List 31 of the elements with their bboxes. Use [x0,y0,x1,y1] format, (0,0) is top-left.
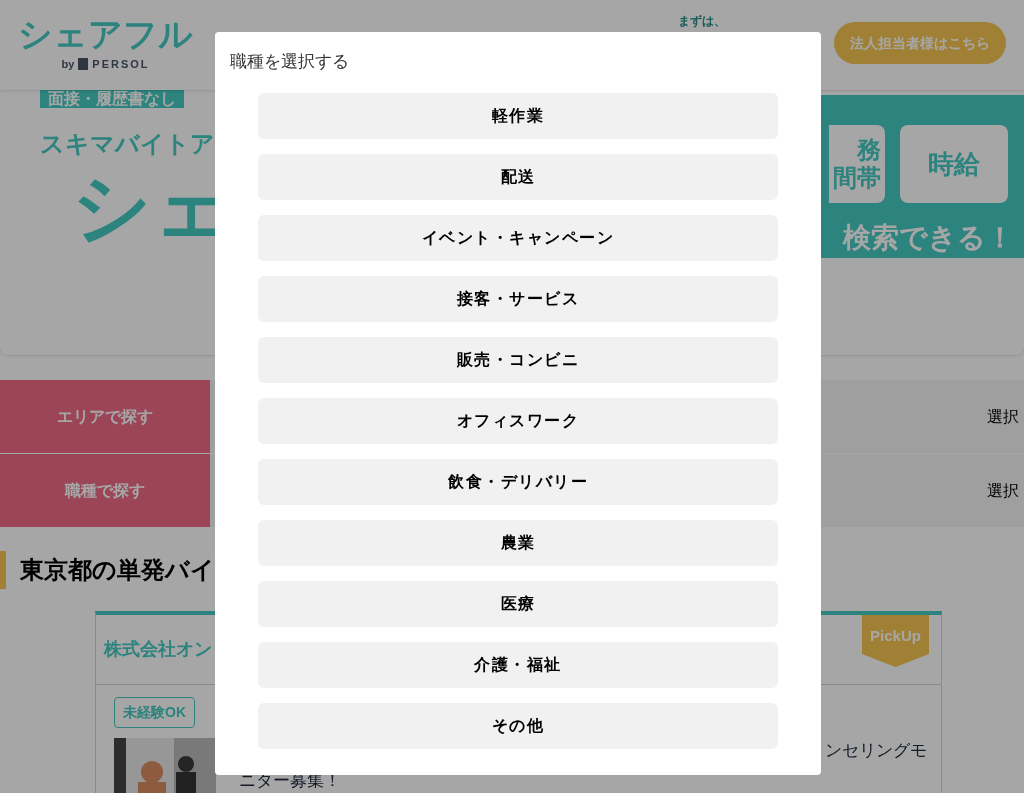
banner-subtitle: スキマバイトア [40,129,216,159]
banner-title: シェ [72,162,232,252]
search-label: エリアで探す [0,380,210,453]
modal-title: 職種を選択する [230,51,350,73]
heading-accent [0,551,6,589]
banner-strip: 面接・履歴書なし [40,90,184,108]
job-type-option[interactable]: 販売・コンビニ [258,336,778,383]
company-name: 株式会社オン [104,638,212,661]
banner-tagline: 検索できる！ [843,221,1015,255]
logo-by: by [61,57,75,72]
job-tag: 未経験OK [114,697,195,728]
intro-label: まずは、 [678,13,727,30]
pickup-badge: PickUp [862,615,929,667]
job-type-option[interactable]: その他 [258,702,778,749]
job-type-option[interactable]: イベント・キャンペーン [258,214,778,261]
job-description: ンセリングモ [825,740,927,762]
job-type-option[interactable]: 軽作業 [258,92,778,139]
job-type-option[interactable]: 接客・サービス [258,275,778,322]
job-type-option[interactable]: 医療 [258,580,778,627]
brand-mark-icon [78,58,89,71]
job-type-option[interactable]: 介護・福祉 [258,641,778,688]
tile-text: 間帯 [833,164,881,192]
tile-text: 時給 [928,147,980,181]
tile-text: 務 [857,136,881,164]
job-type-option[interactable]: 農業 [258,519,778,566]
job-type-option[interactable]: 配送 [258,153,778,200]
section-heading: 東京都の単発バイ [20,555,215,585]
job-type-option[interactable]: オフィスワーク [258,397,778,444]
search-label: 職種で探す [0,454,210,527]
job-type-option[interactable]: 飲食・デリバリー [258,458,778,505]
logo-brand: PERSOL [92,57,150,72]
